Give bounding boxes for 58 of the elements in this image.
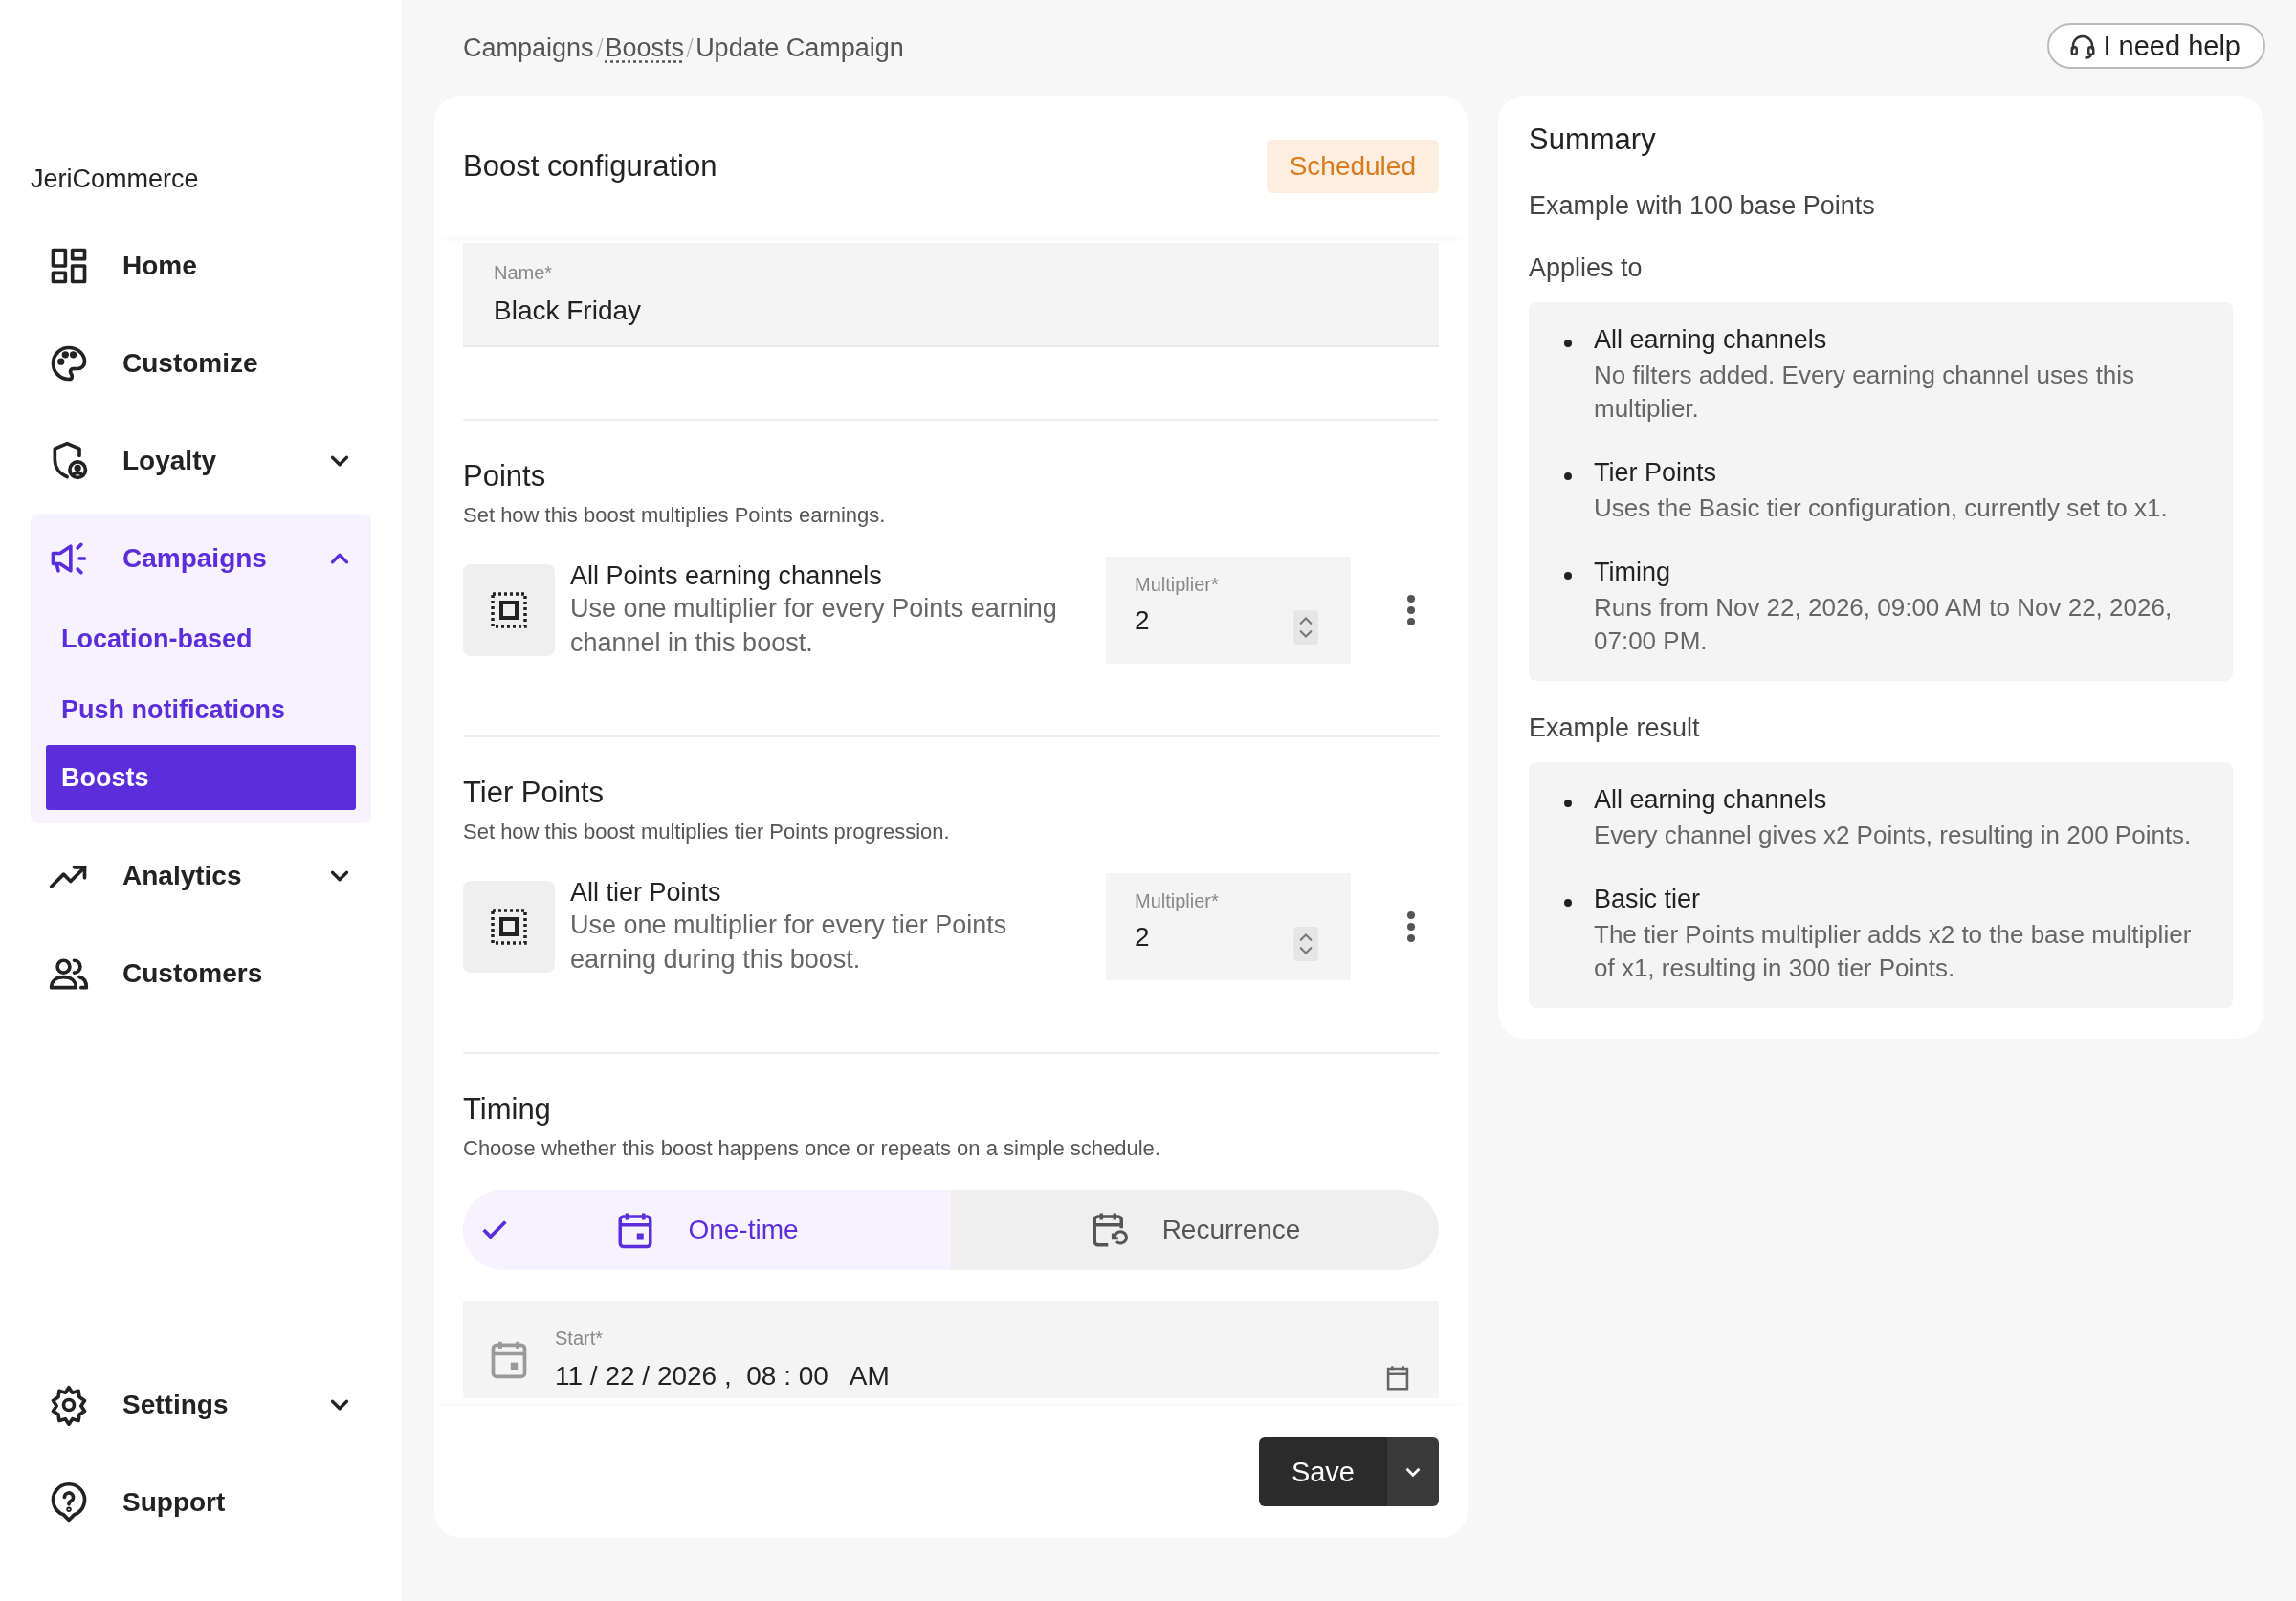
summary-item-text: The tier Points multiplier adds x2 to the base multiplier of x1, resulting in 300 tier Points. bbox=[1594, 919, 2193, 984]
breadcrumb-item: Campaigns bbox=[463, 33, 594, 63]
nav-item[interactable]: Campaigns bbox=[31, 514, 371, 603]
summary-item-text: Uses the Basic tier configuration, currently set to x1. bbox=[1594, 493, 2168, 524]
nav-item[interactable]: Settings bbox=[31, 1360, 371, 1450]
rule-title: All Points earning channels bbox=[570, 560, 883, 591]
section-description: Choose whether this boost happens once or repeats on a simple schedule. bbox=[463, 1136, 1161, 1161]
status-badge: Scheduled bbox=[1266, 140, 1439, 193]
rule-title: All tier Points bbox=[570, 877, 722, 908]
summary-item-title: All earning channels bbox=[1594, 785, 1828, 815]
card-title: Boost configuration bbox=[463, 149, 718, 184]
nav-subitem[interactable]: Location-based bbox=[46, 603, 356, 674]
nav-subitem[interactable]: Boosts bbox=[46, 745, 356, 810]
section-title: Points bbox=[463, 459, 547, 493]
start-date-field[interactable]: Start* 11 / 22 / 2026 , 08 : 00 AM bbox=[463, 1301, 1439, 1398]
breadcrumb-link[interactable]: Boosts bbox=[605, 33, 685, 63]
brand-name: JeriCommerce bbox=[31, 164, 200, 194]
bullet-icon bbox=[1563, 472, 1573, 481]
bullet-icon bbox=[1563, 898, 1573, 908]
bullet-icon bbox=[1563, 571, 1573, 581]
nav-item[interactable]: Customize bbox=[31, 318, 371, 408]
card-title: Summary bbox=[1529, 122, 1657, 157]
summary-item-title: Tier Points bbox=[1594, 458, 1718, 488]
name-field[interactable]: Name* Black Friday bbox=[463, 243, 1439, 347]
bullet-icon bbox=[1563, 339, 1573, 348]
summary-item-text: Every channel gives x2 Points, resulting in 200 Points. bbox=[1594, 820, 2192, 851]
group-heading: Applies to bbox=[1529, 253, 1644, 283]
group-heading: Example result bbox=[1529, 713, 1701, 743]
section-title: Tier Points bbox=[463, 776, 605, 810]
multiplier-field[interactable]: Multiplier* 2 bbox=[1106, 873, 1351, 980]
summary-item-title: All earning channels bbox=[1594, 325, 1828, 355]
section-title: Timing bbox=[463, 1092, 552, 1127]
rule-description: Use one multiplier for every Points earning channel in this boost. bbox=[570, 592, 1058, 659]
rule-description: Use one multiplier for every tier Points earning during this boost. bbox=[570, 909, 1008, 976]
summary-item-text: Runs from Nov 22, 2026, 09:00 AM to Nov 22, 2026, 07:00 PM. bbox=[1594, 592, 2174, 657]
summary-item-title: Basic tier bbox=[1594, 885, 1702, 914]
breadcrumb-current: Update Campaign bbox=[695, 33, 904, 63]
select-all-icon bbox=[463, 564, 555, 656]
summary-item-text: No filters added. Every earning channel uses this multiplier. bbox=[1594, 360, 2136, 425]
nav-item[interactable]: Home bbox=[31, 221, 371, 311]
more-options-icon[interactable] bbox=[1406, 594, 1416, 626]
nav-item[interactable]: Analytics bbox=[31, 831, 371, 921]
section-description: Set how this boost multiplies tier Points progression. bbox=[463, 820, 951, 844]
select-all-icon bbox=[463, 881, 555, 973]
section-description: Set how this boost multiplies Points earnings. bbox=[463, 503, 887, 528]
nav-item[interactable]: Loyalty bbox=[31, 416, 371, 506]
summary-subtitle: Example with 100 base Points bbox=[1529, 191, 1876, 221]
nav-item[interactable]: Customers bbox=[31, 929, 371, 1019]
save-button[interactable]: Save bbox=[1258, 1437, 1387, 1506]
nav-item[interactable]: Support bbox=[31, 1458, 371, 1547]
bullet-icon bbox=[1563, 799, 1573, 808]
timing-option[interactable]: Recurrence bbox=[951, 1190, 1439, 1270]
help-button[interactable]: I need help bbox=[2047, 23, 2265, 69]
summary-item-title: Timing bbox=[1594, 558, 1671, 587]
multiplier-field[interactable]: Multiplier* 2 bbox=[1106, 557, 1351, 664]
timing-option[interactable]: One-time bbox=[463, 1190, 951, 1270]
more-options-icon[interactable] bbox=[1406, 910, 1416, 943]
nav-subitem[interactable]: Push notifications bbox=[46, 674, 356, 745]
